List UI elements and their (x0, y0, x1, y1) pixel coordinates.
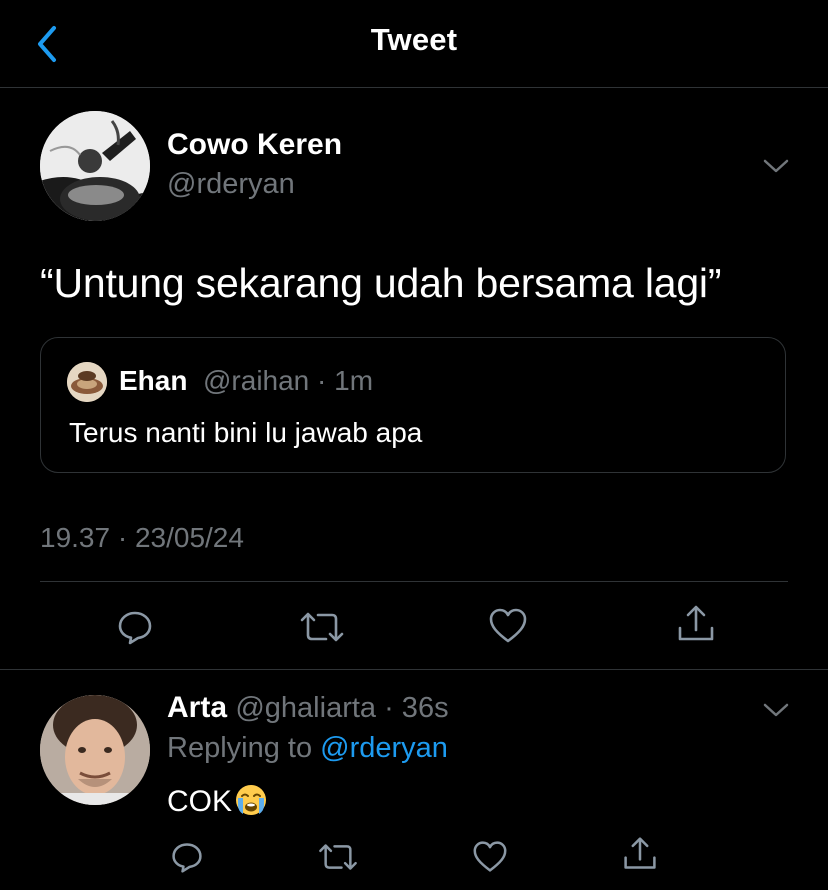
reply-retweet-button[interactable] (318, 842, 358, 877)
divider (0, 669, 828, 670)
quote-author-name: Ehan (119, 365, 188, 396)
like-icon (489, 608, 527, 643)
avatar[interactable] (40, 111, 150, 221)
quoted-tweet-card[interactable]: Ehan @raihan · 1m Terus nanti bini lu ja… (40, 337, 786, 473)
quote-text: Terus nanti bini lu jawab apa (69, 417, 423, 448)
tweet-text: “Untung sekarang udah bersama lagi” (40, 260, 722, 306)
reply-author-meta: @ghaliarta · 36s (235, 692, 449, 724)
author-name[interactable]: Cowo Keren (167, 128, 342, 162)
reply-icon (118, 611, 152, 645)
loudly-crying-face-icon (234, 783, 268, 825)
reply-header: Arta @ghaliarta · 36s (167, 691, 449, 725)
chevron-down-icon (763, 703, 789, 717)
author-handle[interactable]: @rderyan (167, 168, 295, 201)
replying-to-mention[interactable]: @rderyan (320, 732, 448, 764)
chevron-down-icon (763, 159, 789, 173)
reply-text-content: COK (167, 785, 233, 818)
reply-text: COK (167, 783, 268, 825)
reply-more-options-button[interactable] (762, 696, 790, 724)
share-icon (678, 605, 714, 641)
retweet-icon (300, 612, 344, 642)
reply-icon (172, 843, 202, 873)
more-options-button[interactable] (762, 152, 790, 180)
reply-author-name[interactable]: Arta (167, 691, 227, 724)
header-bar: Tweet (0, 0, 828, 88)
quote-author-meta: @raihan · 1m (203, 365, 374, 396)
page-title: Tweet (370, 22, 458, 57)
retweet-icon (319, 844, 357, 870)
reply-avatar[interactable] (40, 695, 150, 805)
share-icon (624, 837, 656, 869)
reply-like-button[interactable] (472, 840, 508, 879)
reply-share-button[interactable] (622, 836, 658, 877)
share-button[interactable] (676, 604, 716, 649)
replying-to-prefix: Replying to (167, 732, 321, 764)
tweet-timestamp: 19.37 · 23/05/24 (40, 522, 244, 553)
quote-avatar (67, 362, 107, 402)
like-icon (473, 841, 507, 872)
reply-button[interactable] (116, 608, 154, 651)
retweet-button[interactable] (300, 610, 344, 649)
reply-reply-button[interactable] (170, 840, 204, 879)
like-button[interactable] (488, 607, 528, 650)
replying-to-line: Replying to @rderyan (167, 732, 448, 765)
divider (40, 581, 788, 582)
